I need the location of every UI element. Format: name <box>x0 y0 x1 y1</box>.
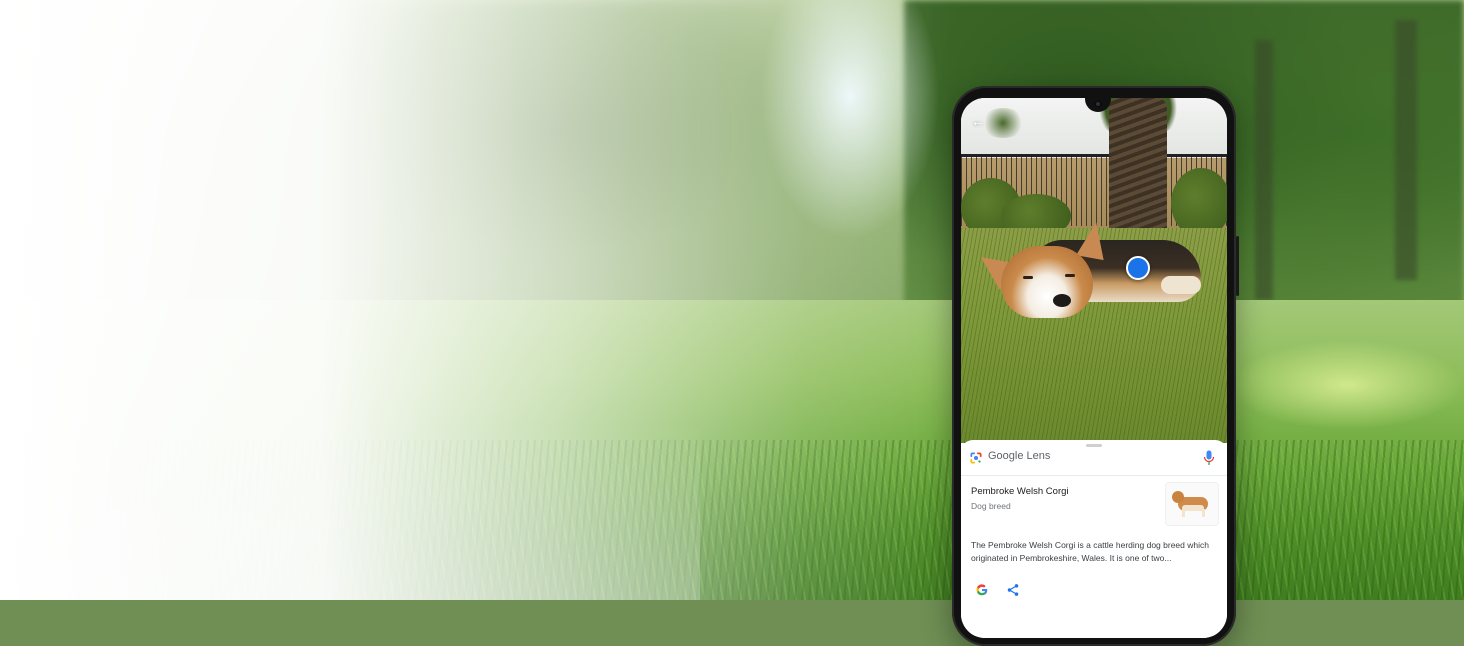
photo-palm-tree <box>981 108 1025 138</box>
google-lens-icon <box>970 452 982 464</box>
thumbnail-corgi-leg <box>1182 509 1185 517</box>
back-arrow-icon[interactable]: ← <box>971 114 985 128</box>
thumbnail-corgi-belly <box>1182 505 1204 511</box>
smartphone: ← Google Lens Pembroke Welsh Corgi Dog b… <box>952 86 1239 646</box>
background-scene <box>0 0 1464 600</box>
lens-title-lens: Lens <box>1026 450 1051 462</box>
result-thumbnail[interactable] <box>1165 482 1219 526</box>
share-icon[interactable] <box>1006 583 1020 597</box>
lens-title: Google Lens <box>988 450 1050 462</box>
lens-selection-dot[interactable] <box>1126 256 1150 280</box>
sheet-divider <box>961 475 1227 476</box>
result-title[interactable]: Pembroke Welsh Corgi <box>971 486 1069 497</box>
bottom-fade-overlay <box>0 420 700 600</box>
lens-results-sheet[interactable]: Google Lens Pembroke Welsh Corgi Dog bre… <box>961 440 1227 638</box>
thumbnail-corgi-leg <box>1202 509 1205 517</box>
phone-side-button <box>1236 236 1239 296</box>
thumbnail-corgi-head <box>1172 491 1184 503</box>
corgi-nose <box>1053 294 1071 307</box>
mic-icon[interactable] <box>1203 450 1215 466</box>
sheet-drag-handle[interactable] <box>1086 444 1102 447</box>
corgi-eye <box>1023 276 1033 279</box>
google-g-icon[interactable] <box>975 583 989 597</box>
corgi-paw <box>1161 276 1201 294</box>
corgi-head <box>1001 246 1093 318</box>
lens-title-google: Google <box>988 450 1024 462</box>
camera-lens <box>1094 100 1102 108</box>
photo-palm-trunk <box>1109 98 1167 238</box>
result-description: The Pembroke Welsh Corgi is a cattle her… <box>971 540 1209 563</box>
camera-viewfinder-photo[interactable]: ← <box>961 98 1227 443</box>
result-subtitle: Dog breed <box>971 501 1011 511</box>
corgi-eye <box>1065 274 1075 277</box>
phone-screen: ← Google Lens Pembroke Welsh Corgi Dog b… <box>961 98 1227 638</box>
